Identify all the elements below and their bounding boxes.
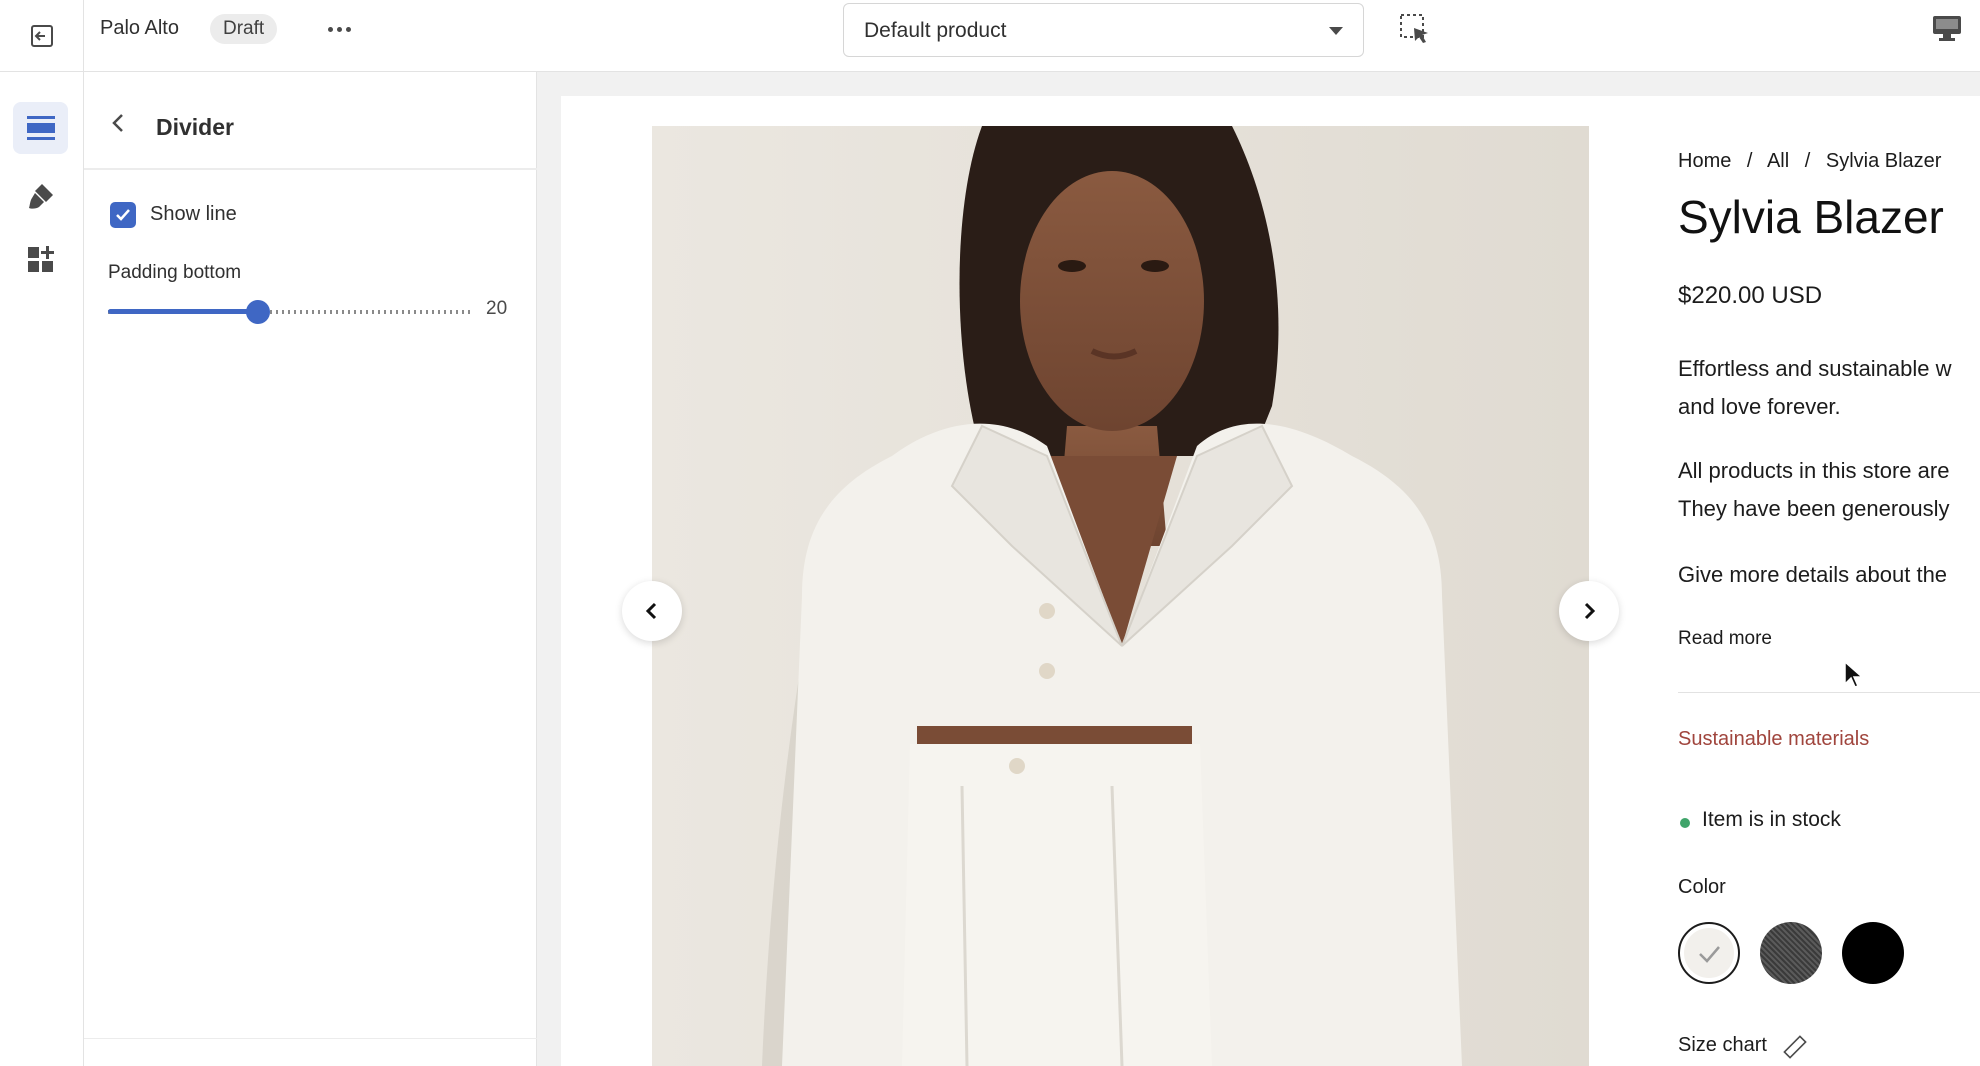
image-prev-button[interactable] xyxy=(622,581,682,641)
top-bar: Palo Alto Draft Default product xyxy=(0,0,1980,72)
description-line: All products in this store are xyxy=(1678,458,1950,483)
chevron-down-icon xyxy=(1329,27,1343,35)
product-image[interactable] xyxy=(652,126,1589,1066)
exit-editor-button[interactable] xyxy=(0,0,84,72)
breadcrumb-separator: / xyxy=(1746,150,1753,172)
padding-bottom-slider[interactable] xyxy=(108,298,474,326)
editor-rail xyxy=(0,72,84,1066)
product-title: Sylvia Blazer xyxy=(1678,191,1944,243)
chevron-left-icon xyxy=(645,602,657,620)
divider xyxy=(1678,692,1980,693)
panel-footer xyxy=(84,1038,537,1066)
swatch-white[interactable] xyxy=(1678,922,1740,984)
sections-button[interactable] xyxy=(13,102,68,154)
ruler-icon xyxy=(1782,1034,1808,1060)
template-select[interactable]: Default product xyxy=(843,3,1364,57)
chevron-left-icon xyxy=(112,114,123,132)
breadcrumb-separator: / xyxy=(1804,150,1811,172)
swatch-black[interactable] xyxy=(1842,922,1904,984)
description-line: and love forever. xyxy=(1678,394,1841,419)
back-button[interactable] xyxy=(106,110,132,136)
inspector-button[interactable] xyxy=(1398,12,1432,46)
padding-bottom-label: Padding bottom xyxy=(108,262,242,283)
read-more-link[interactable]: Read more xyxy=(1678,628,1772,650)
model-in-blazer-image xyxy=(652,126,1589,1066)
store-name: Palo Alto xyxy=(100,17,179,39)
swatch-grey[interactable] xyxy=(1760,922,1822,984)
description-line: They have been generously xyxy=(1678,496,1950,521)
desktop-icon xyxy=(1933,16,1961,41)
checkmark-icon xyxy=(116,209,130,221)
preview-canvas: Home / All / Sylvia Blazer Sylvia Blazer… xyxy=(537,72,1980,1066)
description-line: Give more details about the xyxy=(1678,562,1948,587)
desktop-preview-button[interactable] xyxy=(1930,12,1970,48)
checkmark-icon xyxy=(1699,946,1720,963)
product-price: $220.00 USD xyxy=(1678,282,1823,309)
dot xyxy=(327,26,333,32)
apps-icon xyxy=(27,246,54,272)
chevron-right-icon xyxy=(1584,602,1596,620)
show-line-label: Show line xyxy=(150,203,237,225)
stock-status: Item is in stock xyxy=(1702,808,1841,831)
apps-button[interactable] xyxy=(13,234,68,286)
dot xyxy=(345,26,351,32)
mouse-cursor-icon xyxy=(1844,660,1864,688)
breadcrumb: Home / All / Sylvia Blazer xyxy=(1678,150,1951,173)
panel-header: Divider xyxy=(84,72,537,170)
breadcrumb-current: Sylvia Blazer xyxy=(1825,150,1942,172)
select-cursor-icon xyxy=(1400,14,1428,43)
sustainable-materials-link[interactable]: Sustainable materials xyxy=(1678,728,1869,751)
image-next-button[interactable] xyxy=(1559,581,1619,641)
description-line: Effortless and sustainable w xyxy=(1678,356,1952,381)
status-badge: Draft xyxy=(210,14,278,44)
sections-icon xyxy=(26,116,55,140)
size-chart-link[interactable]: Size chart xyxy=(1678,1034,1767,1057)
slider-fill xyxy=(108,309,258,314)
show-line-checkbox[interactable] xyxy=(110,202,136,228)
color-label: Color xyxy=(1678,876,1726,898)
theme-settings-button[interactable] xyxy=(13,170,68,222)
stock-indicator-dot xyxy=(1680,818,1690,828)
dot xyxy=(336,26,342,32)
template-select-value: Default product xyxy=(864,19,1007,42)
panel-title: Divider xyxy=(156,114,234,140)
paintbrush-icon xyxy=(28,184,53,209)
slider-thumb[interactable] xyxy=(246,300,270,324)
more-actions-button[interactable] xyxy=(322,14,356,44)
store-preview: Home / All / Sylvia Blazer Sylvia Blazer… xyxy=(561,96,1980,1066)
product-info: Home / All / Sylvia Blazer Sylvia Blazer… xyxy=(1678,96,1980,1066)
exit-icon xyxy=(30,25,53,47)
settings-panel: Divider Show line Padding bottom 20 xyxy=(84,72,537,1066)
breadcrumb-home[interactable]: Home xyxy=(1678,150,1731,172)
padding-bottom-value: 20 xyxy=(486,298,508,319)
breadcrumb-all[interactable]: All xyxy=(1767,150,1789,172)
